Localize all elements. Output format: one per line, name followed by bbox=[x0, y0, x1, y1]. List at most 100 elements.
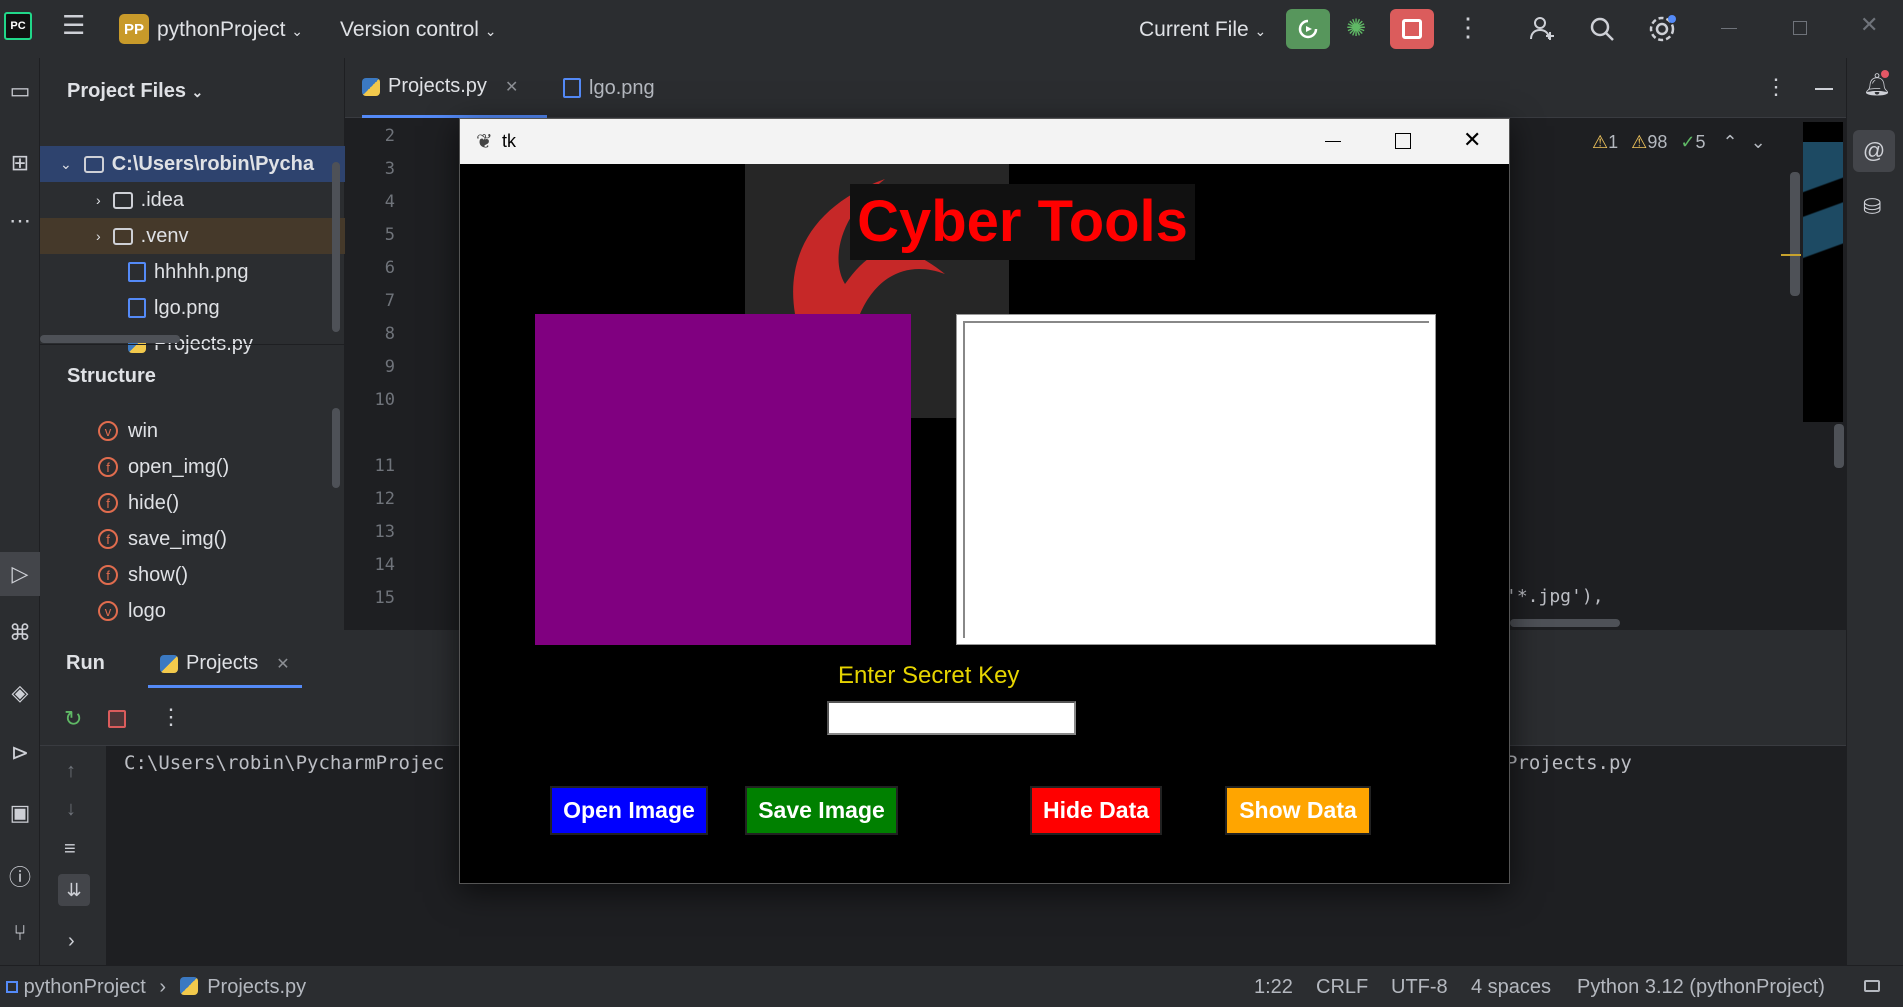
soft-wrap-icon[interactable]: ≡ bbox=[64, 838, 76, 861]
folder-icon[interactable]: ▭ bbox=[0, 78, 40, 104]
project-name-dropdown[interactable]: pythonProject ⌄ bbox=[157, 18, 303, 42]
warning-count: 1 bbox=[1608, 132, 1619, 152]
lock-icon[interactable] bbox=[1864, 980, 1880, 992]
tree-item[interactable]: › .venv bbox=[40, 218, 345, 254]
caret-position[interactable]: 1:22 bbox=[1254, 976, 1293, 999]
show-data-button[interactable]: Show Data bbox=[1225, 786, 1371, 835]
image-file-icon bbox=[128, 262, 146, 282]
layers-icon[interactable]: ◈ bbox=[0, 680, 40, 706]
close-tab-icon[interactable]: ✕ bbox=[505, 77, 518, 97]
interpreter-selector[interactable]: Python 3.12 (pythonProject) bbox=[1577, 976, 1825, 999]
tree-item[interactable]: hhhhh.png bbox=[40, 254, 345, 290]
chevron-down-icon[interactable]: ⌄ bbox=[1751, 132, 1766, 152]
database-icon[interactable]: ⛁ bbox=[1863, 194, 1881, 220]
stop-icon[interactable] bbox=[108, 710, 126, 728]
debug-icon[interactable]: ✺ bbox=[1346, 14, 1366, 43]
tk-window: ❦ tk ✕ Cyber Tools Enter Secret Key Open… bbox=[459, 118, 1510, 884]
line-separator[interactable]: CRLF bbox=[1316, 976, 1368, 999]
more-vertical-icon[interactable]: ⋮ bbox=[1765, 74, 1787, 100]
editor-vscrollbar[interactable] bbox=[1790, 172, 1800, 296]
close-tab-icon[interactable]: ✕ bbox=[276, 654, 289, 674]
structure-item[interactable]: f open_img() bbox=[40, 449, 345, 485]
secret-key-input[interactable] bbox=[827, 701, 1076, 735]
notifications-icon[interactable]: 🔔︎ bbox=[1863, 70, 1891, 98]
terminal-icon[interactable]: ▣ bbox=[0, 800, 40, 826]
close-icon[interactable]: ✕ bbox=[1463, 127, 1481, 153]
structure-item[interactable]: f save_img() bbox=[40, 521, 345, 557]
run-config-dropdown[interactable]: Current File ⌄ bbox=[1139, 18, 1266, 42]
status-bar: pythonProject › Projects.py 1:22 CRLF UT… bbox=[0, 965, 1903, 1007]
tree-root[interactable]: ⌄ C:\Users\robin\Pycha bbox=[40, 146, 345, 182]
git-icon[interactable]: ⑂ bbox=[0, 920, 40, 946]
function-icon: f bbox=[98, 493, 118, 513]
structure-item[interactable]: v win bbox=[40, 413, 345, 449]
chevron-right-icon[interactable]: › bbox=[68, 930, 75, 953]
save-image-button[interactable]: Save Image bbox=[745, 786, 898, 835]
panel-divider[interactable] bbox=[40, 344, 345, 345]
line-number: 7 bbox=[384, 291, 395, 311]
more-vertical-icon[interactable]: ⋮ bbox=[1455, 12, 1481, 43]
breadcrumb[interactable]: pythonProject › Projects.py bbox=[6, 976, 306, 999]
structure-item-label: show() bbox=[128, 563, 189, 586]
secret-text-area[interactable] bbox=[956, 314, 1436, 645]
problems-icon[interactable]: ⓘ bbox=[0, 860, 40, 892]
search-icon[interactable] bbox=[1588, 15, 1616, 48]
minimize-icon[interactable] bbox=[1721, 28, 1737, 29]
chevron-down-icon: ⌄ bbox=[191, 84, 204, 100]
tab-projects-py[interactable]: Projects.py ✕ bbox=[362, 58, 547, 118]
editor-hscrollbar[interactable] bbox=[1510, 619, 1620, 627]
arrow-up-icon[interactable]: ↑ bbox=[66, 760, 76, 783]
indent-setting[interactable]: 4 spaces bbox=[1471, 976, 1551, 999]
maximize-icon[interactable] bbox=[1395, 133, 1411, 149]
rerun-button[interactable] bbox=[1286, 9, 1330, 49]
structure-item[interactable]: f hide() bbox=[40, 485, 345, 521]
python-file-icon bbox=[362, 77, 380, 96]
chevron-right-icon: › bbox=[96, 228, 101, 244]
arrow-down-icon[interactable]: ↓ bbox=[66, 798, 76, 821]
more-vertical-icon[interactable]: ⋮ bbox=[160, 704, 182, 730]
services-icon[interactable]: ⊳ bbox=[0, 740, 40, 766]
run-tool-icon[interactable]: ▷ bbox=[0, 552, 40, 596]
tree-item-label: .venv bbox=[140, 224, 189, 247]
pycharm-logo-icon[interactable]: PC bbox=[4, 12, 32, 40]
stop-button[interactable] bbox=[1390, 9, 1434, 49]
tree-item[interactable]: lgo.png bbox=[40, 290, 345, 326]
image-preview-box[interactable] bbox=[535, 314, 911, 645]
chevron-up-icon[interactable]: ⌃ bbox=[1722, 132, 1737, 152]
structure-vscrollbar[interactable] bbox=[332, 408, 340, 488]
hamburger-menu-icon[interactable]: ☰ bbox=[62, 10, 85, 41]
ai-assistant-icon[interactable]: @ bbox=[1853, 130, 1895, 172]
warning-icon: ⚠ bbox=[1592, 132, 1609, 152]
more-horizontal-icon[interactable]: ⋯ bbox=[0, 208, 40, 234]
python-console-icon[interactable]: ⌘ bbox=[0, 620, 40, 646]
hide-data-button[interactable]: Hide Data bbox=[1030, 786, 1162, 835]
editor-vscrollbar-2[interactable] bbox=[1834, 424, 1844, 468]
minimize-panel-icon[interactable] bbox=[1815, 88, 1833, 90]
open-image-button[interactable]: Open Image bbox=[550, 786, 708, 835]
vcs-dropdown[interactable]: Version control ⌄ bbox=[340, 18, 497, 42]
line-number: 12 bbox=[374, 489, 395, 509]
structure-item[interactable]: v logo bbox=[40, 593, 345, 629]
rerun-icon[interactable]: ↻ bbox=[64, 706, 82, 732]
file-encoding[interactable]: UTF-8 bbox=[1391, 976, 1448, 999]
tree-item[interactable]: › .idea bbox=[40, 182, 345, 218]
settings-icon[interactable] bbox=[1647, 14, 1677, 49]
tree-scrollbar[interactable] bbox=[40, 335, 180, 343]
project-panel-title[interactable]: Project Files ⌄ bbox=[67, 80, 203, 103]
inspection-widget[interactable]: ⚠1 ⚠98 ✓5 ⌃ ⌄ bbox=[1592, 132, 1766, 153]
restore-icon[interactable] bbox=[1793, 21, 1807, 35]
minimize-icon[interactable] bbox=[1325, 141, 1341, 142]
line-number: 13 bbox=[374, 522, 395, 542]
scroll-to-end-icon[interactable]: ⇊ bbox=[58, 874, 90, 906]
add-user-icon[interactable] bbox=[1528, 14, 1556, 47]
structure-icon[interactable]: ⊞ bbox=[0, 150, 40, 176]
tab-lgo-png[interactable]: lgo.png bbox=[563, 58, 693, 118]
tk-titlebar[interactable]: ❦ tk ✕ bbox=[460, 119, 1509, 164]
tree-vscrollbar[interactable] bbox=[332, 162, 340, 332]
close-icon[interactable]: ✕ bbox=[1860, 12, 1878, 38]
breadcrumb-project[interactable]: pythonProject bbox=[24, 976, 146, 998]
project-badge[interactable]: PP bbox=[119, 14, 149, 44]
structure-item[interactable]: f show() bbox=[40, 557, 345, 593]
run-tab[interactable]: Projects ✕ bbox=[148, 642, 302, 688]
breadcrumb-file[interactable]: Projects.py bbox=[207, 976, 306, 998]
